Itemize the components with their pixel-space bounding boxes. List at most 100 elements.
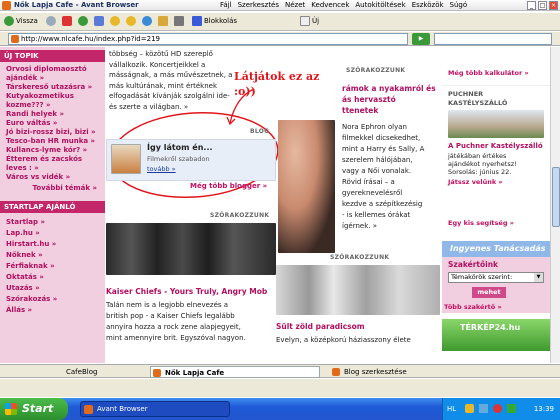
blog-more-link[interactable]: tovább »: [147, 165, 176, 173]
page-favicon-icon: [153, 369, 161, 377]
home-button[interactable]: [94, 15, 106, 28]
page-favicon-icon: [332, 368, 340, 376]
castle-header: PUCHNER KASTÉLYSZÁLLÓ: [448, 90, 508, 107]
stop-button[interactable]: [62, 15, 74, 28]
browser-tabs: CafeBlog Nők Lapja Cafe Blog szerkesztés…: [0, 364, 560, 378]
window-title: Nők Lapja Cafe - Avant Browser: [14, 1, 139, 9]
history-button[interactable]: [142, 15, 154, 28]
url-input[interactable]: http://www.nlcafe.hu/index.php?id=219: [8, 33, 408, 45]
topic-link[interactable]: Kutyakozmetikus: [0, 92, 105, 101]
tab-nlcafe[interactable]: Nők Lapja Cafe: [150, 366, 320, 378]
scrollbar-thumb[interactable]: [552, 167, 560, 227]
topic-link[interactable]: Tesco-ban HR munka »: [0, 137, 105, 146]
kaiser-article-text: Talán nem is a legjobb elnevezés a briti…: [106, 301, 246, 342]
topic-link[interactable]: Város vs vidék »: [0, 173, 105, 182]
article-headline[interactable]: rámok a nyakamról és ás hervasztó ttenet…: [342, 83, 436, 116]
annotation-arrow: [226, 88, 255, 126]
startlap-link[interactable]: Utazás »: [0, 283, 105, 294]
topic-link[interactable]: Társkereső utazásra »: [0, 83, 105, 92]
topic-link[interactable]: Randi helyek »: [0, 110, 105, 119]
more-blogger-link[interactable]: Még több blogger »: [190, 182, 267, 190]
go-button[interactable]: ▶: [412, 33, 430, 45]
topic-link[interactable]: ajándék »: [0, 74, 105, 83]
close-icon[interactable]: ×: [549, 1, 558, 10]
tab-blog-edit[interactable]: Blog szerkesztése: [330, 366, 480, 378]
startlap-link[interactable]: Nőknek »: [0, 250, 105, 261]
blog-section-label: BLOG: [250, 128, 270, 135]
castle-promo[interactable]: PUCHNER KASTÉLYSZÁLLÓ A Puchner Kastélys…: [442, 85, 550, 189]
startlap-link[interactable]: Férfiaknak »: [0, 261, 105, 272]
nora-ephron-photo[interactable]: [278, 120, 335, 253]
startlap-link[interactable]: Oktatás »: [0, 272, 105, 283]
web-search-input[interactable]: [434, 33, 552, 45]
mail-button[interactable]: [158, 15, 170, 28]
topic-link[interactable]: Kullancs-lyme kór? »: [0, 146, 105, 155]
tray-icon[interactable]: [493, 404, 502, 413]
startlap-link[interactable]: Hirstart.hu »: [0, 239, 105, 250]
menu-view[interactable]: Nézet: [285, 1, 305, 9]
search-button[interactable]: [110, 15, 122, 28]
sult-title[interactable]: Sült zöld paradicsom: [276, 322, 365, 331]
page-viewport: ÚJ TOPIK Orvosi diplomaosztó ajándék » T…: [0, 47, 550, 363]
more-topics-link[interactable]: További témák »: [0, 184, 105, 192]
menu-autofill[interactable]: Autokitöltések: [355, 1, 405, 9]
topic-link[interactable]: Orvosi diplomaosztó: [0, 65, 105, 74]
menu-help[interactable]: Súgó: [450, 1, 468, 9]
map-banner[interactable]: TÉRKÉP24.hu: [442, 319, 550, 351]
minimize-icon[interactable]: _: [527, 1, 536, 10]
topic-link[interactable]: leves : »: [0, 164, 105, 173]
topic-link[interactable]: Jó bizi-rossz bizi, bizi »: [0, 128, 105, 137]
favorites-button[interactable]: [126, 15, 138, 28]
new-window-button[interactable]: Új: [300, 15, 319, 28]
print-button[interactable]: [174, 15, 186, 28]
tab-cafeblog[interactable]: CafeBlog: [52, 366, 142, 378]
topic-select[interactable]: Témakörök szerint: ▼: [448, 272, 544, 283]
browser-logo-icon: [84, 405, 93, 414]
menu-favorites[interactable]: Kedvencek: [311, 1, 349, 9]
tray-icon[interactable]: [507, 404, 516, 413]
section-label-movie: SZÓRAKOZZUNK: [330, 254, 390, 261]
topic-link[interactable]: Euro váltás »: [0, 119, 105, 128]
back-button[interactable]: Vissza: [4, 15, 38, 28]
tray-icon[interactable]: [479, 404, 488, 413]
topic-link[interactable]: kozme??? »: [0, 101, 105, 110]
blog-subtitle: Filmekről szabadon: [147, 155, 210, 163]
kaiser-chiefs-photo[interactable]: [106, 223, 276, 275]
maximize-icon[interactable]: □: [538, 1, 547, 10]
castle-play-link[interactable]: Játssz velünk »: [448, 178, 503, 186]
startlap-header: STARTLAP AJÁNLÓ: [0, 201, 105, 213]
search-icon: [110, 16, 120, 26]
system-tray: HL 13:39: [442, 398, 560, 420]
startlap-link[interactable]: Startlap »: [0, 217, 105, 228]
popup-blocker-button[interactable]: Blokkolás: [192, 15, 237, 28]
start-button[interactable]: Start: [0, 398, 68, 420]
refresh-button[interactable]: [78, 15, 90, 28]
advisor-banner[interactable]: Ingyenes Tanácsadás: [442, 241, 550, 257]
blog-title[interactable]: Így látom én...: [147, 143, 213, 152]
address-bar: http://www.nlcafe.hu/index.php?id=219 ▶: [0, 32, 560, 46]
blocker-icon: [192, 16, 202, 26]
star-icon: [126, 16, 136, 26]
more-advisor-link[interactable]: Több szakértő »: [444, 303, 502, 311]
menu-tools[interactable]: Eszközök: [412, 1, 444, 9]
topic-link[interactable]: Étterem és zacskós: [0, 155, 105, 164]
more-calculator-link[interactable]: Még több kalkulátor »: [448, 69, 529, 77]
startlap-link[interactable]: Lap.hu »: [0, 228, 105, 239]
forward-button[interactable]: [46, 15, 58, 28]
startlap-link[interactable]: Állás »: [0, 305, 105, 316]
castle-title: A Puchner Kastélyszálló: [448, 142, 543, 150]
kaiser-title[interactable]: Kaiser Chiefs - Yours Truly, Angry Mob: [106, 287, 267, 296]
clock[interactable]: 13:39: [534, 398, 554, 420]
taskbar-app-button[interactable]: Avant Browser: [80, 401, 230, 417]
menu-file[interactable]: Fájl: [220, 1, 232, 9]
menu-edit[interactable]: Szerkesztés: [238, 1, 279, 9]
help-link[interactable]: Egy kis segítség »: [448, 219, 514, 227]
language-indicator[interactable]: HL: [447, 398, 456, 420]
tray-icon[interactable]: [465, 404, 474, 413]
castle-text: játékában értékes ajándékot nyerhetsz! S…: [448, 152, 517, 176]
page-scrollbar[interactable]: [550, 47, 560, 363]
movie-photo[interactable]: [276, 265, 440, 315]
advisor-go-button[interactable]: mehet: [472, 287, 506, 298]
startlap-link[interactable]: Szórakozás »: [0, 294, 105, 305]
status-bar: [0, 379, 560, 397]
